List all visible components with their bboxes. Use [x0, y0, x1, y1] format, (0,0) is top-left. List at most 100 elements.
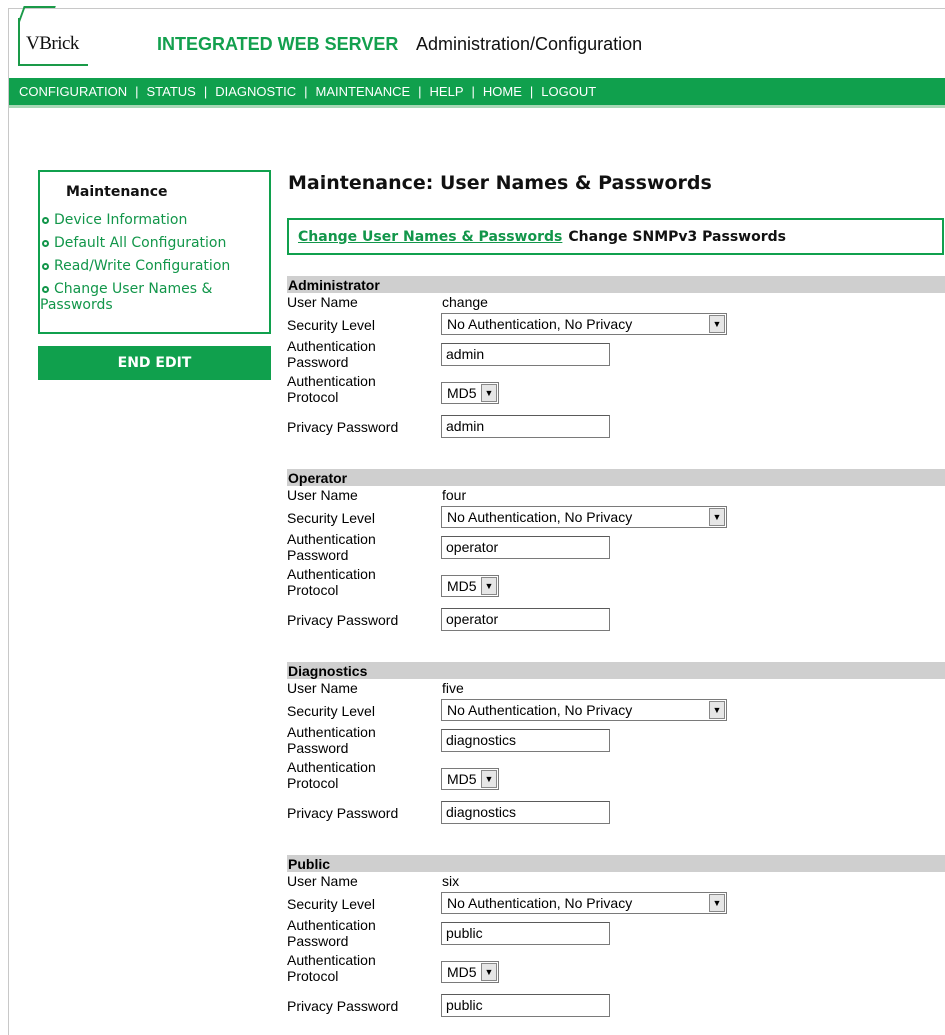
- auth-password-input[interactable]: diagnostics: [441, 729, 610, 752]
- auth-password-row: Authentication Password operator: [287, 530, 945, 566]
- sidebar-item-device-information[interactable]: Device Information: [40, 212, 269, 228]
- nav-separator: |: [304, 84, 308, 99]
- user-name-value: change: [442, 294, 488, 310]
- privacy-password-input[interactable]: operator: [441, 608, 610, 631]
- security-level-label: Security Level: [287, 703, 375, 719]
- nav-status[interactable]: STATUS: [146, 84, 195, 99]
- sidebar-item-read-write-configuration[interactable]: Read/Write Configuration: [40, 258, 269, 274]
- privacy-password-label: Privacy Password: [287, 998, 399, 1014]
- privacy-password-input[interactable]: public: [441, 994, 610, 1017]
- section-heading: Administrator: [287, 276, 945, 293]
- nav-separator: |: [203, 84, 208, 99]
- user-name-row: User Name change: [287, 293, 945, 312]
- auth-password-input[interactable]: admin: [441, 343, 610, 366]
- dropdown-arrow-icon[interactable]: ▼: [481, 963, 497, 981]
- auth-protocol-label: Authentication Protocol: [287, 373, 437, 405]
- nav-help[interactable]: HELP: [430, 84, 464, 99]
- sidebar-item-default-all-configuration[interactable]: Default All Configuration: [40, 235, 269, 251]
- security-level-value: No Authentication, No Privacy: [447, 509, 633, 525]
- auth-protocol-label-line-2: Protocol: [287, 968, 339, 984]
- auth-password-label-line-2: Password: [287, 354, 349, 370]
- bullet-icon: [42, 286, 49, 293]
- auth-password-row: Authentication Password admin: [287, 337, 945, 373]
- auth-protocol-select[interactable]: MD5 ▼: [441, 768, 499, 790]
- user-name-value: five: [442, 680, 464, 696]
- auth-password-label-line-1: Authentication: [287, 724, 376, 740]
- user-name-label: User Name: [287, 680, 358, 696]
- sidebar-item-change-user-names-passwords[interactable]: Change User Names & Passwords: [40, 281, 269, 313]
- auth-protocol-label: Authentication Protocol: [287, 759, 437, 791]
- app-title: INTEGRATED WEB SERVER: [157, 34, 399, 54]
- privacy-password-row: Privacy Password diagnostics: [287, 797, 945, 827]
- section-diagnostics: Diagnostics User Name five Security Leve…: [287, 662, 945, 827]
- tab-bar: Change User Names & Passwords Change SNM…: [287, 218, 944, 255]
- auth-protocol-label-line-1: Authentication: [287, 759, 376, 775]
- auth-protocol-value: MD5: [447, 385, 477, 401]
- tab-change-snmpv3-passwords[interactable]: Change SNMPv3 Passwords: [568, 229, 786, 245]
- auth-password-label-line-1: Authentication: [287, 338, 376, 354]
- auth-password-label: Authentication Password: [287, 917, 437, 949]
- privacy-password-row: Privacy Password admin: [287, 411, 945, 441]
- nav-home[interactable]: HOME: [483, 84, 522, 99]
- security-level-value: No Authentication, No Privacy: [447, 895, 633, 911]
- user-name-label: User Name: [287, 487, 358, 503]
- user-name-label: User Name: [287, 873, 358, 889]
- tab-change-user-names-passwords[interactable]: Change User Names & Passwords: [298, 229, 562, 245]
- nav-maintenance[interactable]: MAINTENANCE: [316, 84, 411, 99]
- dropdown-arrow-icon[interactable]: ▼: [709, 701, 725, 719]
- auth-protocol-value: MD5: [447, 964, 477, 980]
- sidebar-item-label: Default All Configuration: [54, 235, 227, 251]
- security-level-select[interactable]: No Authentication, No Privacy ▼: [441, 506, 727, 528]
- section-operator: Operator User Name four Security Level N…: [287, 469, 945, 634]
- dropdown-arrow-icon[interactable]: ▼: [481, 577, 497, 595]
- security-level-select[interactable]: No Authentication, No Privacy ▼: [441, 699, 727, 721]
- bullet-icon: [42, 263, 49, 270]
- auth-protocol-label: Authentication Protocol: [287, 952, 437, 984]
- section-heading: Diagnostics: [287, 662, 945, 679]
- nav-configuration[interactable]: CONFIGURATION: [19, 84, 127, 99]
- section-heading: Operator: [287, 469, 945, 486]
- privacy-password-row: Privacy Password public: [287, 990, 945, 1020]
- dropdown-arrow-icon[interactable]: ▼: [481, 770, 497, 788]
- logo-text: VBrick: [26, 33, 79, 54]
- sidebar-items: Device Information Default All Configura…: [40, 212, 269, 320]
- auth-password-input[interactable]: operator: [441, 536, 610, 559]
- sidebar: Maintenance Device Information Default A…: [38, 170, 271, 334]
- bullet-icon: [42, 240, 49, 247]
- auth-password-label: Authentication Password: [287, 724, 437, 756]
- auth-password-input[interactable]: public: [441, 922, 610, 945]
- security-level-select[interactable]: No Authentication, No Privacy ▼: [441, 892, 727, 914]
- auth-protocol-label-line-1: Authentication: [287, 566, 376, 582]
- nav-logout[interactable]: LOGOUT: [541, 84, 596, 99]
- end-edit-button[interactable]: END EDIT: [38, 346, 271, 380]
- auth-password-label-line-2: Password: [287, 547, 349, 563]
- dropdown-arrow-icon[interactable]: ▼: [709, 315, 725, 333]
- user-name-row: User Name four: [287, 486, 945, 505]
- auth-password-row: Authentication Password public: [287, 916, 945, 952]
- sidebar-title: Maintenance: [66, 184, 168, 200]
- auth-password-row: Authentication Password diagnostics: [287, 723, 945, 759]
- nav-separator: |: [418, 84, 422, 99]
- nav-diagnostic[interactable]: DIAGNOSTIC: [215, 84, 296, 99]
- user-name-label: User Name: [287, 294, 358, 310]
- auth-password-label-line-1: Authentication: [287, 917, 376, 933]
- security-level-select[interactable]: No Authentication, No Privacy ▼: [441, 313, 727, 335]
- privacy-password-input[interactable]: admin: [441, 415, 610, 438]
- auth-protocol-select[interactable]: MD5 ▼: [441, 961, 499, 983]
- sidebar-item-label: Device Information: [54, 212, 188, 228]
- user-name-value: six: [442, 873, 460, 889]
- auth-protocol-select[interactable]: MD5 ▼: [441, 382, 499, 404]
- dropdown-arrow-icon[interactable]: ▼: [709, 508, 725, 526]
- auth-protocol-select[interactable]: MD5 ▼: [441, 575, 499, 597]
- privacy-password-label: Privacy Password: [287, 805, 399, 821]
- security-level-value: No Authentication, No Privacy: [447, 316, 633, 332]
- section-heading: Public: [287, 855, 945, 872]
- security-level-row: Security Level No Authentication, No Pri…: [287, 698, 945, 723]
- auth-protocol-label-line-2: Protocol: [287, 775, 339, 791]
- nav-separator: |: [471, 84, 475, 99]
- security-level-value: No Authentication, No Privacy: [447, 702, 633, 718]
- user-name-row: User Name six: [287, 872, 945, 891]
- dropdown-arrow-icon[interactable]: ▼: [709, 894, 725, 912]
- privacy-password-input[interactable]: diagnostics: [441, 801, 610, 824]
- dropdown-arrow-icon[interactable]: ▼: [481, 384, 497, 402]
